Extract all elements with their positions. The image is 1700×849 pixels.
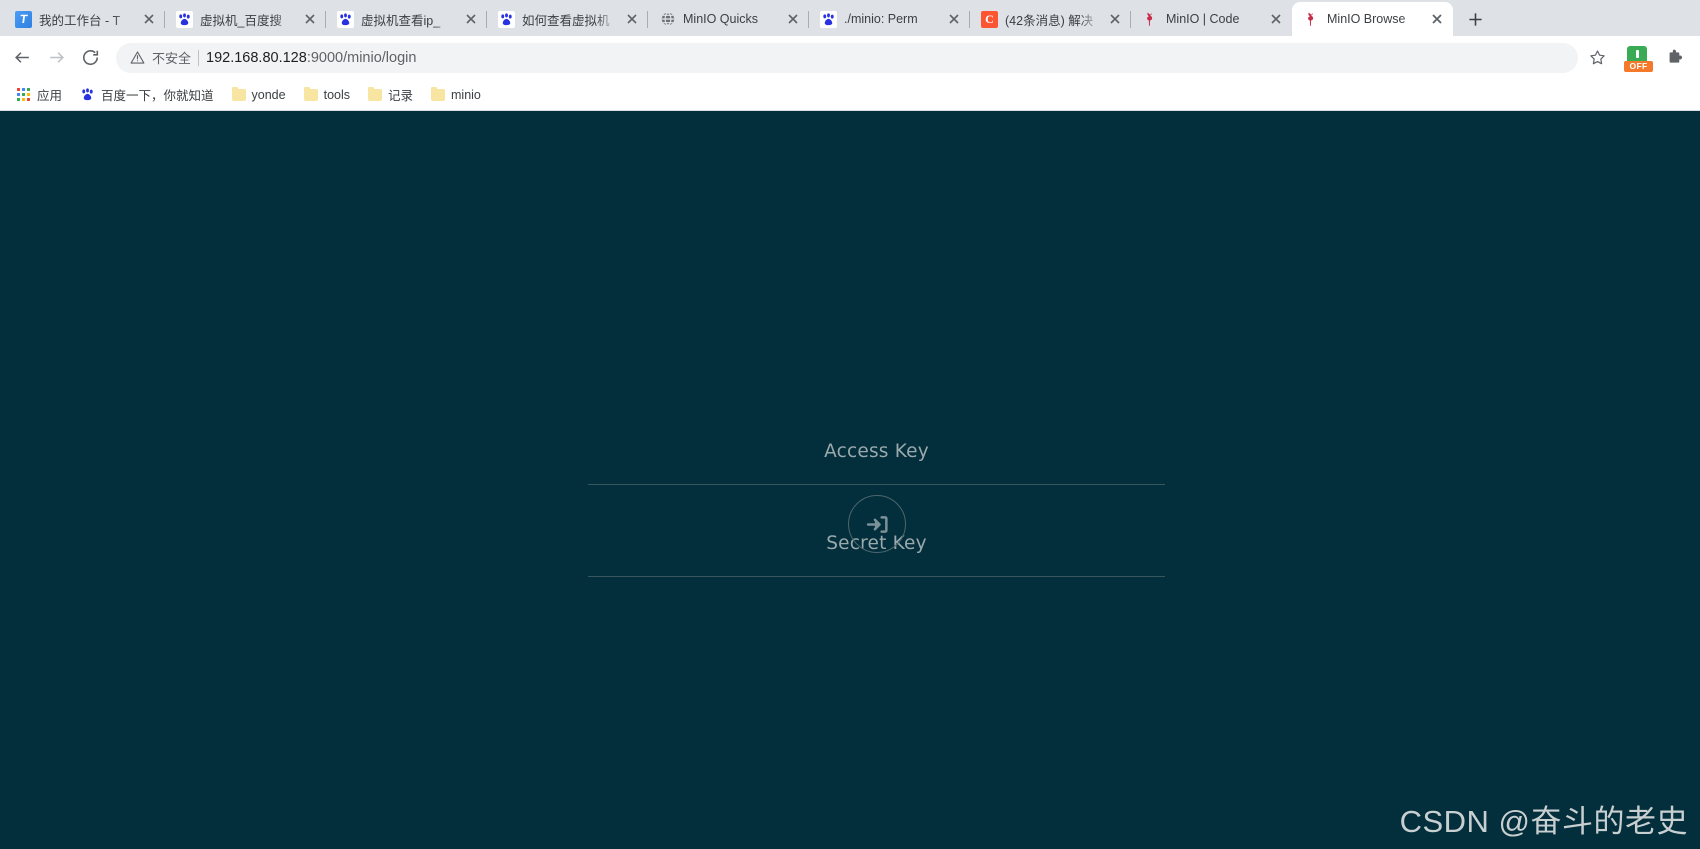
tab-title: ./minio: Perm <box>844 12 918 26</box>
url-text: 192.168.80.128:9000/minio/login <box>206 50 416 66</box>
access-key-field[interactable]: Access Key <box>588 441 1165 485</box>
new-tab-button[interactable] <box>1460 4 1490 34</box>
bookmark-item-yonde[interactable]: yonde <box>224 85 294 105</box>
browser-tab-2[interactable]: 虚拟机_百度搜 <box>165 2 326 36</box>
tab-title: (42条消息) 解决 <box>1005 13 1094 28</box>
minio-login-page: Access Key Secret Key CSDN @奋斗的老史 <box>0 111 1700 849</box>
bookmark-label: 百度一下，你就知道 <box>101 89 214 103</box>
browser-window: T 我的工作台 - T 虚拟机_百度搜 虚拟机查看ip_ 如何查看虚拟机 Min… <box>0 0 1700 849</box>
browser-tab-3[interactable]: 虚拟机查看ip_ <box>326 2 487 36</box>
extension-toggle-icon[interactable]: OFF <box>1624 45 1653 72</box>
tab-title: MinIO Browse <box>1327 12 1406 26</box>
bookmark-item-tools[interactable]: tools <box>296 85 358 105</box>
bookmark-label: tools <box>323 87 350 102</box>
url-host: 192.168.80.128 <box>206 49 307 66</box>
tab-title: 虚拟机查看ip_ <box>361 13 441 28</box>
minio-icon <box>1142 11 1159 28</box>
baidu-icon <box>820 10 837 28</box>
close-icon[interactable] <box>463 11 479 27</box>
access-key-label: Access Key <box>824 441 929 462</box>
bookmarks-bar: 应用 百度一下，你就知道 yonde tools 记录 minio <box>0 79 1700 111</box>
close-icon[interactable] <box>624 11 640 27</box>
tab-title: 虚拟机_百度搜 <box>200 13 282 28</box>
folder-icon <box>368 86 382 101</box>
close-icon[interactable] <box>1107 11 1123 27</box>
extensions-puzzle-icon[interactable] <box>1660 43 1690 73</box>
forward-button[interactable] <box>40 42 72 74</box>
csdn-watermark: CSDN @奋斗的老史 <box>1399 804 1688 839</box>
bookmark-label: yonde <box>251 87 286 102</box>
folder-icon <box>231 86 246 101</box>
browser-toolbar: 不安全 192.168.80.128:9000/minio/login OFF <box>0 36 1700 79</box>
extension-status-badge: OFF <box>1624 60 1653 72</box>
baidu-icon <box>498 10 515 28</box>
not-secure-warning-icon[interactable] <box>130 50 145 65</box>
tab-title: MinIO | Code <box>1166 12 1240 26</box>
close-icon[interactable] <box>141 11 157 27</box>
tab-strip: T 我的工作台 - T 虚拟机_百度搜 虚拟机查看ip_ 如何查看虚拟机 Min… <box>0 0 1700 36</box>
browser-tab-4[interactable]: 如何查看虚拟机 <box>487 2 648 36</box>
baidu-icon <box>337 10 354 28</box>
folder-icon <box>303 86 318 101</box>
tab-title: MinIO Quicks <box>683 12 759 26</box>
browser-tab-6[interactable]: ./minio: Perm <box>809 2 970 36</box>
login-submit-button[interactable] <box>848 495 906 553</box>
csdn-icon: C <box>981 10 998 28</box>
sign-in-icon <box>866 515 888 533</box>
tab-title: 如何查看虚拟机 <box>522 13 610 28</box>
bookmark-label: 记录 <box>388 89 414 103</box>
login-form: Access Key Secret Key <box>588 111 1165 849</box>
close-icon[interactable] <box>1429 11 1445 27</box>
tab-title: 我的工作台 - T <box>39 13 121 28</box>
extension-glyph <box>1627 45 1647 62</box>
teamwork-icon: T <box>15 10 32 28</box>
browser-tab-9-active[interactable]: MinIO Browse <box>1292 2 1453 36</box>
bookmark-label: 应用 <box>37 89 63 103</box>
bookmark-item-baidu[interactable]: 百度一下，你就知道 <box>72 82 222 107</box>
browser-tab-8[interactable]: MinIO | Code <box>1131 2 1292 36</box>
minio-icon <box>1303 11 1320 28</box>
folder-icon <box>431 86 446 101</box>
baidu-icon <box>80 87 95 102</box>
security-status-text: 不安全 <box>152 51 192 66</box>
browser-tab-1[interactable]: T 我的工作台 - T <box>4 2 165 36</box>
url-path: :9000/minio/login <box>306 49 417 66</box>
close-icon[interactable] <box>785 11 801 27</box>
close-icon[interactable] <box>1268 11 1284 27</box>
omnibox-divider <box>198 49 200 66</box>
browser-tab-7[interactable]: C (42条消息) 解决 <box>970 2 1131 36</box>
close-icon[interactable] <box>946 11 962 27</box>
address-bar[interactable]: 不安全 192.168.80.128:9000/minio/login <box>116 42 1578 73</box>
back-button[interactable] <box>6 42 38 74</box>
bookmark-item-apps[interactable]: 应用 <box>8 82 70 107</box>
globe-icon <box>659 11 676 28</box>
bookmark-item-records[interactable]: 记录 <box>360 82 421 107</box>
baidu-icon <box>176 10 193 28</box>
bookmark-star-icon[interactable] <box>1582 43 1612 73</box>
bookmark-label: minio <box>451 87 481 102</box>
reload-button[interactable] <box>74 42 106 74</box>
apps-grid-icon <box>16 87 31 102</box>
bookmark-item-minio[interactable]: minio <box>423 85 489 105</box>
close-icon[interactable] <box>302 11 318 27</box>
browser-tab-5[interactable]: MinIO Quicks <box>648 2 809 36</box>
